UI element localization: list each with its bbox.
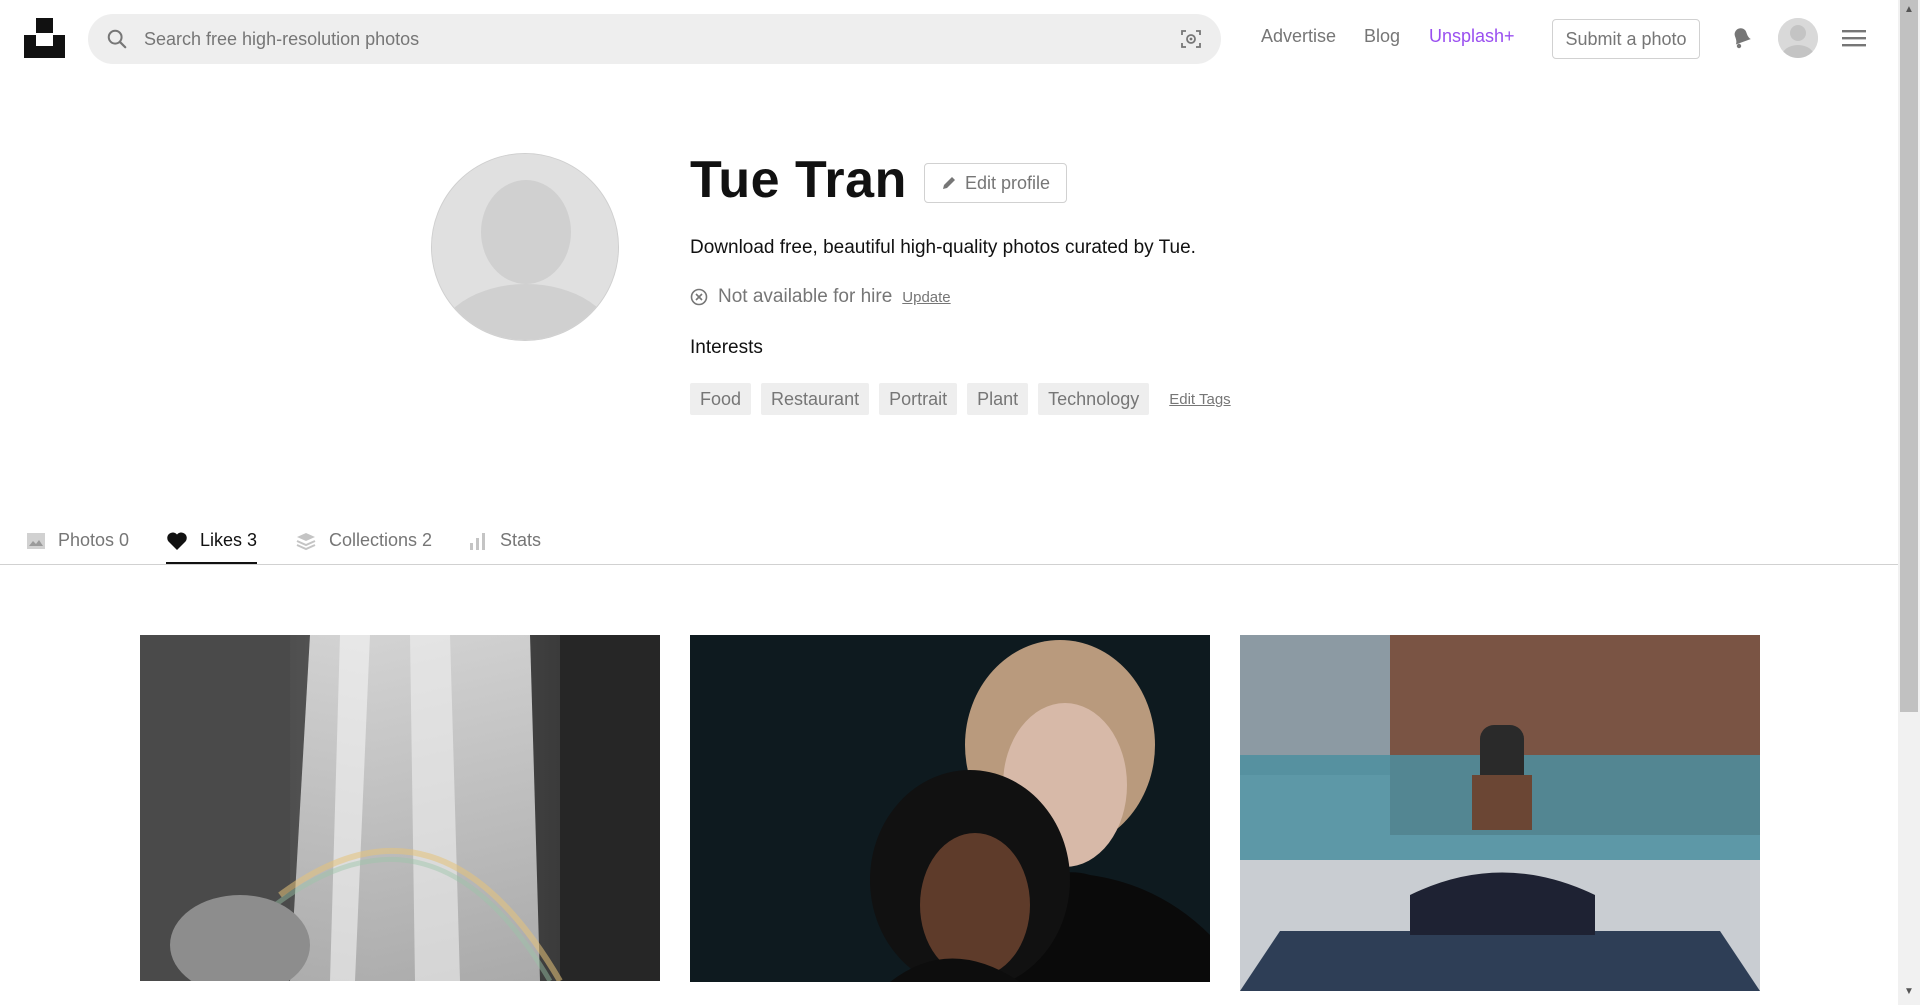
search-bar xyxy=(88,14,1221,64)
interest-tag[interactable]: Food xyxy=(690,383,752,415)
liked-photo-portrait[interactable] xyxy=(690,635,1210,982)
liked-photo-yoga[interactable] xyxy=(1240,635,1760,991)
profile-avatar xyxy=(431,153,619,341)
hamburger-menu-icon[interactable] xyxy=(1842,28,1866,48)
liked-photo-waterfall[interactable] xyxy=(140,635,660,981)
edit-profile-button[interactable]: Edit profile xyxy=(924,163,1067,203)
search-input[interactable] xyxy=(144,14,1144,64)
nav-unsplash-plus-link[interactable]: Unsplash+ xyxy=(1429,26,1515,47)
visual-search-icon[interactable] xyxy=(1179,27,1203,51)
tab-photos[interactable]: Photos 0 xyxy=(26,520,129,564)
interest-tags: Food Restaurant Portrait Plant Technolog… xyxy=(690,383,1231,415)
interest-tag[interactable]: Portrait xyxy=(879,383,958,415)
portrait-image xyxy=(690,635,1210,982)
pencil-icon xyxy=(942,177,955,189)
nav-blog-link[interactable]: Blog xyxy=(1364,26,1400,47)
search-icon[interactable] xyxy=(106,28,128,50)
tab-stats-label: Stats xyxy=(500,530,542,550)
image-icon xyxy=(27,533,45,549)
page-scrollbar[interactable]: ▲ ▼ xyxy=(1898,0,1920,1005)
edit-tags-link[interactable]: Edit Tags xyxy=(1169,391,1230,408)
interest-tag[interactable]: Plant xyxy=(967,383,1029,415)
profile-tabs: Photos 0 Likes 3 Collections 2 Stats xyxy=(0,510,1898,565)
default-profile-icon xyxy=(432,154,618,340)
scroll-down-arrow-icon[interactable]: ▼ xyxy=(1904,986,1914,997)
tab-photos-label: Photos 0 xyxy=(58,530,130,550)
top-header: Advertise Blog Unsplash+ Submit a photo xyxy=(0,0,1898,77)
tab-likes-label: Likes 3 xyxy=(200,530,258,550)
edit-profile-label: Edit profile xyxy=(964,172,1051,193)
scrollbar-thumb[interactable] xyxy=(1900,0,1918,712)
hire-status-text: Not available for hire xyxy=(718,286,893,307)
default-user-icon xyxy=(1778,18,1818,58)
nav-advertise-link[interactable]: Advertise xyxy=(1261,26,1336,47)
update-hire-link[interactable]: Update xyxy=(902,289,950,306)
user-avatar[interactable] xyxy=(1778,18,1818,58)
close-circle-icon xyxy=(690,288,708,306)
interest-tag[interactable]: Restaurant xyxy=(761,383,870,415)
layers-icon xyxy=(296,533,316,551)
scroll-up-arrow-icon[interactable]: ▲ xyxy=(1904,4,1914,15)
tab-collections[interactable]: Collections 2 xyxy=(295,520,432,564)
profile-name: Tue Tran xyxy=(690,151,907,209)
unsplash-logo-icon[interactable] xyxy=(24,18,65,58)
tab-stats[interactable]: Stats xyxy=(468,520,541,564)
yoga-image xyxy=(1240,635,1760,991)
heart-icon xyxy=(167,532,187,550)
profile-bio: Download free, beautiful high-quality ph… xyxy=(690,237,1196,258)
bar-chart-icon xyxy=(470,533,485,550)
submit-photo-button[interactable]: Submit a photo xyxy=(1552,19,1700,59)
interests-heading: Interests xyxy=(690,337,763,358)
notification-bell-icon[interactable] xyxy=(1728,24,1756,52)
tab-likes[interactable]: Likes 3 xyxy=(166,520,258,564)
hire-status: Not available for hire Update xyxy=(690,286,951,308)
interest-tag[interactable]: Technology xyxy=(1038,383,1150,415)
tab-collections-label: Collections 2 xyxy=(329,530,433,550)
waterfall-image xyxy=(140,635,660,981)
